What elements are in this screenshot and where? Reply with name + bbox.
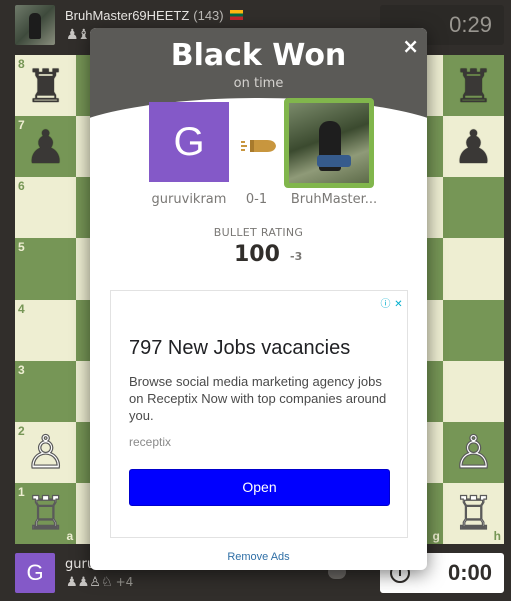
game-result-modal: Black Won on time × G guruvikram 0-1 Bru… <box>90 28 427 570</box>
top-player-avatar[interactable] <box>15 5 55 45</box>
square-h4[interactable] <box>442 299 504 361</box>
ad-close-icon[interactable]: ✕ <box>392 298 405 311</box>
ad-body: Browse social media marketing agency job… <box>129 374 387 423</box>
lithuania-flag-icon <box>229 10 243 20</box>
game-score: 0-1 <box>245 192 268 207</box>
piece-a2[interactable]: ♙ <box>15 422 76 483</box>
square-a7[interactable]: 7 ♟ <box>15 116 77 178</box>
piece-a7[interactable]: ♟ <box>15 116 76 177</box>
square-a1[interactable]: 1 a ♖ <box>15 482 77 544</box>
piece-h7[interactable]: ♟ <box>443 116 504 177</box>
bottom-player-avatar[interactable]: G <box>15 553 55 593</box>
square-a2[interactable]: 2 ♙ <box>15 421 77 483</box>
top-captured-pieces: ♟♝ <box>66 27 90 43</box>
loser-name[interactable]: guruvikram <box>149 192 229 207</box>
piece-h1[interactable]: ♖ <box>443 483 504 544</box>
remove-ads-link[interactable]: Remove Ads <box>90 551 427 563</box>
rank-label: 6 <box>18 179 25 194</box>
rating-label: BULLET RATING <box>213 226 304 239</box>
rank-label: 4 <box>18 301 25 316</box>
piece-a1[interactable]: ♖ <box>15 483 76 544</box>
square-a4[interactable]: 4 <box>15 299 77 361</box>
top-player-rating: (143) <box>193 8 224 23</box>
ad-source: receptix <box>129 435 172 449</box>
bottom-captured-glyphs: ♟♟♙♘ <box>66 575 113 590</box>
square-h7[interactable]: ♟ <box>442 116 504 178</box>
result-title: Black Won <box>170 38 347 73</box>
square-h2[interactable]: ♙ <box>442 421 504 483</box>
loser-avatar[interactable]: G <box>149 102 229 182</box>
rating-change: -3 <box>290 250 303 263</box>
square-h3[interactable] <box>442 360 504 422</box>
piece-a8[interactable]: ♜ <box>15 55 76 116</box>
winner-avatar[interactable] <box>284 98 374 188</box>
square-h8[interactable]: ♜ <box>442 55 504 117</box>
bottom-captured-pieces: ♟♟♙♘ +4 <box>66 575 133 590</box>
square-a3[interactable]: 3 <box>15 360 77 422</box>
square-a5[interactable]: 5 <box>15 238 77 300</box>
square-a8[interactable]: 8 ♜ <box>15 55 77 117</box>
square-h1[interactable]: h ♖ <box>442 482 504 544</box>
square-h5[interactable] <box>442 238 504 300</box>
result-subtitle: on time <box>233 76 284 91</box>
piece-h2[interactable]: ♙ <box>443 422 504 483</box>
rank-label: 5 <box>18 240 25 255</box>
top-player-name-row[interactable]: BruhMaster69HEETZ (143) <box>65 8 243 23</box>
file-label: g <box>432 529 440 543</box>
ad-badges: ⓘ ✕ <box>379 292 405 311</box>
ad-headline[interactable]: 797 New Jobs vacancies <box>129 337 350 360</box>
rank-label: 3 <box>18 362 25 377</box>
material-advantage: +4 <box>115 575 134 589</box>
bullet-icon <box>241 140 276 152</box>
close-icon[interactable]: × <box>402 34 419 58</box>
winner-name[interactable]: BruhMaster... <box>284 192 384 207</box>
piece-h8[interactable]: ♜ <box>443 55 504 116</box>
bottom-clock-time: 0:00 <box>447 560 492 585</box>
square-a6[interactable]: 6 <box>15 177 77 239</box>
ad-info-icon[interactable]: ⓘ <box>379 298 392 311</box>
top-player-name[interactable]: BruhMaster69HEETZ <box>65 8 189 23</box>
ad-open-button[interactable]: Open <box>129 469 390 506</box>
rating-value: 100 <box>234 242 280 267</box>
advertisement[interactable]: ⓘ ✕ 797 New Jobs vacancies Browse social … <box>110 290 408 538</box>
square-h6[interactable] <box>442 177 504 239</box>
